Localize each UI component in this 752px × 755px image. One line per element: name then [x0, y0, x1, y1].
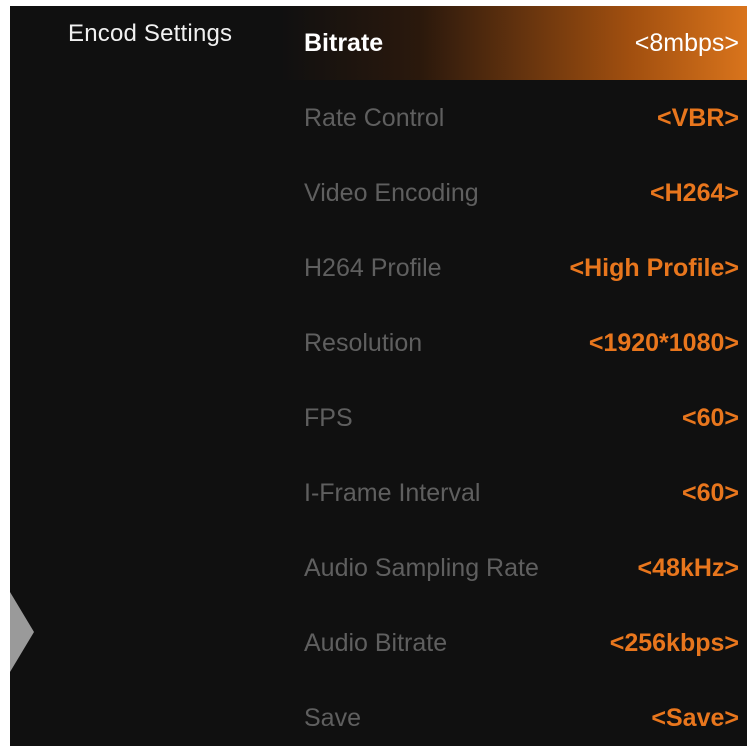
- menu-item-value[interactable]: <48kHz>: [638, 554, 739, 583]
- menu-item-iframe-interval[interactable]: I-Frame Interval <60>: [280, 456, 747, 530]
- menu-item-value[interactable]: <1920*1080>: [589, 329, 739, 358]
- settings-screen: Encod Settings Bitrate <8mbps> Rate Cont…: [10, 6, 747, 746]
- menu-item-label: Audio Sampling Rate: [304, 553, 539, 582]
- menu-item-audio-bitrate[interactable]: Audio Bitrate <256kbps>: [280, 606, 747, 680]
- menu-item-bitrate[interactable]: Bitrate <8mbps>: [280, 6, 747, 80]
- menu-item-label: Resolution: [304, 328, 423, 357]
- menu-item-label: I-Frame Interval: [304, 478, 481, 507]
- menu-item-value[interactable]: <High Profile>: [570, 254, 739, 283]
- menu-item-value[interactable]: <H264>: [650, 179, 739, 208]
- menu-item-value[interactable]: <8mbps>: [635, 29, 739, 58]
- menu-item-value[interactable]: <60>: [682, 479, 739, 508]
- menu-item-save[interactable]: Save <Save>: [280, 681, 747, 755]
- menu-item-label: FPS: [304, 403, 353, 432]
- menu-item-label: Rate Control: [304, 103, 445, 132]
- menu-item-video-encoding[interactable]: Video Encoding <H264>: [280, 156, 747, 230]
- menu-item-label: H264 Profile: [304, 253, 442, 282]
- menu-item-label: Bitrate: [304, 28, 384, 57]
- back-arrow-icon[interactable]: [10, 592, 34, 672]
- menu-item-label: Audio Bitrate: [304, 628, 448, 657]
- save-button[interactable]: <Save>: [651, 704, 739, 733]
- menu-item-fps[interactable]: FPS <60>: [280, 381, 747, 455]
- menu-item-value[interactable]: <256kbps>: [610, 629, 739, 658]
- menu-item-label: Video Encoding: [304, 178, 479, 207]
- menu-item-value[interactable]: <VBR>: [657, 104, 739, 133]
- menu-item-label: Save: [304, 703, 361, 732]
- menu-item-h264-profile[interactable]: H264 Profile <High Profile>: [280, 231, 747, 305]
- menu-item-value[interactable]: <60>: [682, 404, 739, 433]
- menu-item-resolution[interactable]: Resolution <1920*1080>: [280, 306, 747, 380]
- sidebar-title: Encod Settings: [68, 20, 233, 47]
- settings-menu: Bitrate <8mbps> Rate Control <VBR> Video…: [280, 6, 747, 746]
- menu-item-rate-control[interactable]: Rate Control <VBR>: [280, 81, 747, 155]
- menu-item-audio-sampling-rate[interactable]: Audio Sampling Rate <48kHz>: [280, 531, 747, 605]
